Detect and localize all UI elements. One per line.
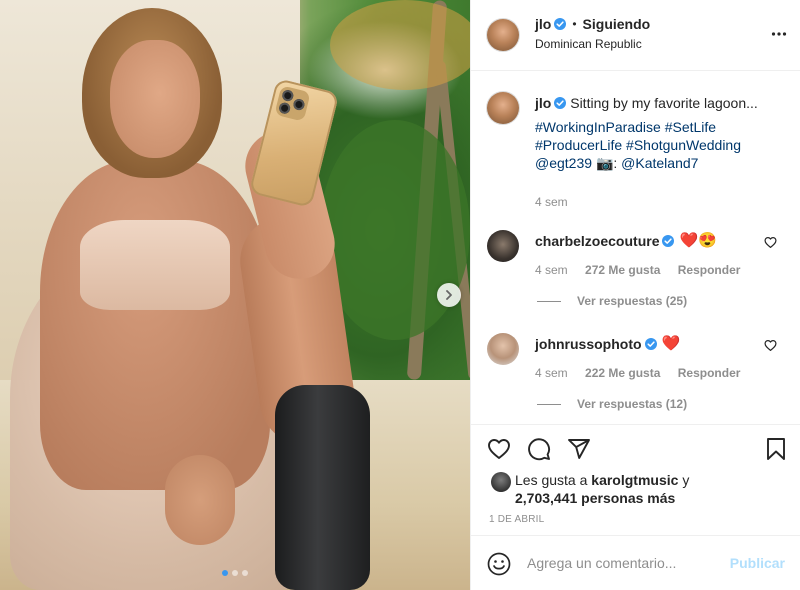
- post-date[interactable]: 1 DE ABRIL: [489, 514, 544, 525]
- liker-avatar[interactable]: [491, 472, 511, 492]
- carousel-dot: [232, 570, 238, 576]
- comment-timestamp[interactable]: 4 sem: [535, 263, 568, 277]
- carousel-indicator: [222, 570, 248, 576]
- comment-likes[interactable]: 222 Me gusta: [585, 366, 660, 380]
- mention-link[interactable]: @egt239: [535, 155, 592, 171]
- likes-prefix: Les gusta a: [515, 472, 588, 488]
- post-details-panel: jlo • Siguiendo Dominican Republic jlo S…: [470, 0, 800, 590]
- phone-lens: [277, 101, 292, 115]
- caption-timestamp[interactable]: 4 sem: [535, 195, 568, 209]
- comment-meta: 4 sem 222 Me gusta Responder: [535, 366, 754, 380]
- phone-lens: [281, 88, 295, 103]
- emoji-smiley-icon[interactable]: [487, 552, 511, 576]
- replies-divider: [537, 300, 561, 302]
- carousel-dot: [242, 570, 248, 576]
- caption-body: Sitting by my favorite lagoon...: [570, 95, 758, 111]
- more-options-icon[interactable]: [771, 26, 787, 42]
- reply-button[interactable]: Responder: [678, 263, 741, 277]
- header-separator: •: [572, 17, 577, 31]
- photo-hand: [165, 455, 235, 545]
- comment-meta: 4 sem 272 Me gusta Responder: [535, 263, 754, 277]
- post-location[interactable]: Dominican Republic: [535, 37, 642, 51]
- hashtag-line[interactable]: #WorkingInParadise #SetLife: [535, 118, 785, 136]
- likes-count[interactable]: 2,703,441 personas más: [515, 490, 675, 506]
- share-paper-plane-icon[interactable]: [567, 437, 591, 461]
- liker-username[interactable]: karolgtmusic: [591, 472, 678, 488]
- photo-face: [110, 40, 200, 158]
- post-action-bar: [471, 424, 800, 472]
- phone-camera: [274, 85, 311, 122]
- comments-list[interactable]: jlo Sitting by my favorite lagoon... #Wo…: [471, 72, 800, 424]
- view-replies-label: Ver respuestas (25): [577, 294, 688, 308]
- comment-username[interactable]: johnrussophoto: [535, 336, 642, 352]
- replies-divider: [537, 403, 561, 405]
- follow-status-button[interactable]: Siguiendo: [583, 16, 651, 32]
- likes-conjunction: y: [682, 472, 690, 488]
- add-comment-bar: Publicar: [471, 535, 800, 590]
- post-header: jlo • Siguiendo Dominican Republic: [471, 0, 800, 71]
- carousel-next-button[interactable]: [437, 283, 461, 307]
- avatar[interactable]: [487, 230, 519, 262]
- photo-bodice: [80, 220, 230, 310]
- caption-text: jlo Sitting by my favorite lagoon... #Wo…: [535, 94, 785, 172]
- foliage: [320, 120, 470, 340]
- palm-leaf: [330, 0, 470, 90]
- view-replies-label: Ver respuestas (12): [577, 397, 688, 411]
- chevron-right-icon: [446, 290, 452, 300]
- likes-line: Les gusta a karolgtmusic y: [515, 472, 689, 488]
- mention-link[interactable]: @Kateland7: [621, 155, 698, 171]
- photo-boot: [275, 385, 370, 590]
- view-replies-button[interactable]: Ver respuestas (25): [537, 294, 687, 308]
- comment-text: ❤️😍: [679, 232, 717, 249]
- avatar[interactable]: [487, 92, 519, 124]
- view-replies-button[interactable]: Ver respuestas (12): [537, 397, 687, 411]
- comment-like-heart-icon[interactable]: [764, 339, 777, 352]
- header-username[interactable]: jlo: [535, 16, 551, 32]
- comment-body: charbelzoecouture ❤️😍: [535, 232, 717, 250]
- photo-body: [40, 160, 270, 490]
- comment-like-heart-icon[interactable]: [764, 236, 777, 249]
- verified-badge-icon: [554, 18, 567, 30]
- header-user-line: jlo • Siguiendo: [535, 16, 650, 32]
- verified-badge-icon: [644, 338, 657, 350]
- hashtag-line[interactable]: #ProducerLife #ShotgunWedding: [535, 136, 785, 154]
- avatar[interactable]: [487, 19, 519, 51]
- comment-bubble-icon[interactable]: [527, 437, 551, 461]
- camera-credit-label: 📷:: [595, 155, 618, 171]
- carousel-dot-active: [222, 570, 228, 576]
- save-bookmark-icon[interactable]: [765, 437, 787, 461]
- caption-username[interactable]: jlo: [535, 95, 551, 111]
- verified-badge-icon: [662, 235, 675, 247]
- comment-username[interactable]: charbelzoecouture: [535, 233, 659, 249]
- publish-button[interactable]: Publicar: [730, 555, 785, 571]
- comment-text: ❤️: [661, 335, 681, 352]
- reply-button[interactable]: Responder: [678, 366, 741, 380]
- phone-lens: [292, 97, 306, 112]
- post-photo[interactable]: [0, 0, 470, 590]
- verified-badge-icon: [554, 97, 567, 109]
- comment-input[interactable]: [527, 553, 717, 573]
- avatar[interactable]: [487, 333, 519, 365]
- comment-likes[interactable]: 272 Me gusta: [585, 263, 660, 277]
- comment-timestamp[interactable]: 4 sem: [535, 366, 568, 380]
- comment-body: johnrussophoto ❤️: [535, 335, 681, 353]
- like-heart-icon[interactable]: [487, 437, 511, 461]
